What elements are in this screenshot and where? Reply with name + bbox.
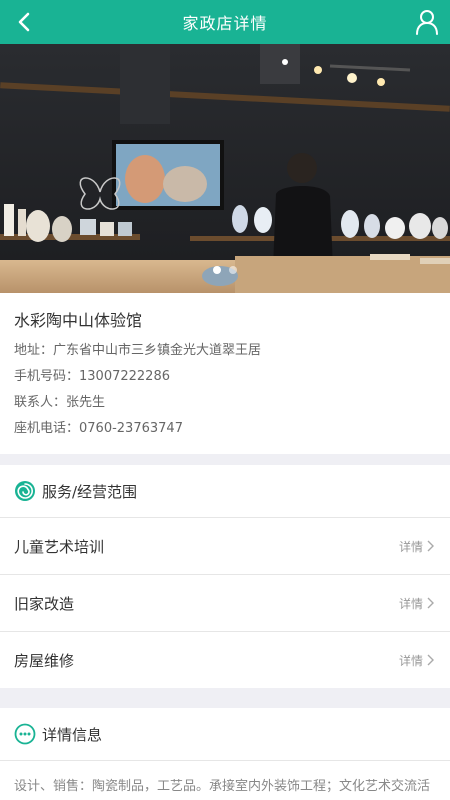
store-name: 水彩陶中山体验馆: [14, 311, 143, 330]
banner-dot[interactable]: [213, 266, 221, 274]
chevron-right-icon: [427, 597, 434, 609]
mobile-value[interactable]: 13007222286: [79, 369, 170, 384]
details-title: 详情信息: [42, 725, 103, 744]
detail-link[interactable]: 详情: [399, 538, 434, 555]
service-item[interactable]: 儿童艺术培训 详情: [0, 518, 450, 575]
detail-link[interactable]: 详情: [399, 595, 434, 612]
details-section: 详情信息 设计、销售：陶瓷制品，工艺品。承接室内外装饰工程；文化艺术交流活: [0, 708, 450, 800]
back-icon[interactable]: [10, 8, 38, 36]
services-title: 服务/经营范围: [42, 482, 138, 501]
address-value: 广东省中山市三乡镇金光大道翠王居: [53, 343, 262, 358]
contact-label: 联系人：: [14, 395, 67, 410]
detail-label: 详情: [398, 539, 423, 554]
phone-value[interactable]: 0760-23763747: [79, 421, 183, 436]
banner-photo: [0, 44, 450, 293]
store-banner-image[interactable]: [0, 44, 450, 293]
store-info-card: 水彩陶中山体验馆 地址：广东省中山市三乡镇金光大道翠王居 手机号码：130072…: [0, 293, 450, 454]
chevron-right-icon: [427, 654, 434, 666]
phone-label: 座机电话：: [14, 421, 80, 436]
more-dots-icon: [14, 723, 36, 745]
service-item[interactable]: 旧家改造 详情: [0, 575, 450, 632]
store-contact: 联系人：张先生: [14, 391, 105, 410]
contact-value: 张先生: [66, 395, 106, 410]
detail-label: 详情: [398, 596, 423, 611]
service-name: 旧家改造: [14, 594, 75, 613]
top-bar: 家政店详情: [0, 0, 450, 44]
detail-label: 详情: [398, 653, 423, 668]
store-mobile: 手机号码：13007222286: [14, 365, 170, 384]
service-name: 房屋维修: [14, 651, 75, 670]
address-label: 地址：: [14, 343, 54, 358]
service-name: 儿童艺术培训: [14, 537, 105, 556]
details-header: 详情信息: [0, 708, 450, 761]
services-section: 服务/经营范围 儿童艺术培训 详情 旧家改造 详情 房屋维修 详情: [0, 465, 450, 688]
mobile-label: 手机号码：: [14, 369, 80, 384]
detail-link[interactable]: 详情: [399, 652, 434, 669]
store-address: 地址：广东省中山市三乡镇金光大道翠王居: [14, 339, 261, 358]
page-title: 家政店详情: [182, 14, 268, 33]
spiral-icon: [15, 481, 35, 501]
store-phone: 座机电话：0760-23763747: [14, 417, 183, 436]
user-icon[interactable]: [412, 7, 442, 37]
banner-pagination: [0, 266, 450, 274]
service-item[interactable]: 房屋维修 详情: [0, 632, 450, 688]
services-header: 服务/经营范围: [0, 465, 450, 518]
details-text: 设计、销售：陶瓷制品，工艺品。承接室内外装饰工程；文化艺术交流活: [14, 779, 431, 794]
chevron-right-icon: [427, 540, 434, 552]
banner-dot[interactable]: [229, 266, 237, 274]
